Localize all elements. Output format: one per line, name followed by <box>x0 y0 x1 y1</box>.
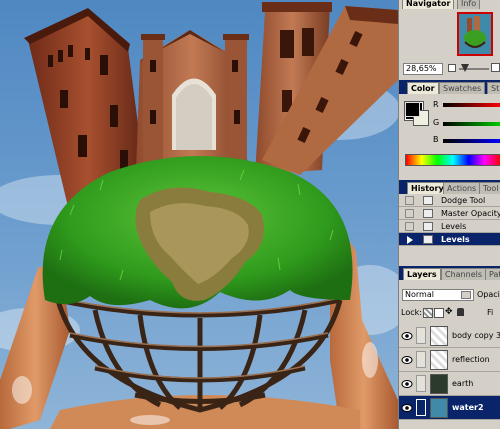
artwork <box>0 0 398 429</box>
eye-icon[interactable] <box>401 379 413 389</box>
channel-g-label: G <box>433 118 440 127</box>
history-state-label: Levels <box>441 235 470 244</box>
layer-row[interactable]: body copy 3 <box>399 324 500 348</box>
history-state[interactable]: Levels <box>399 220 500 233</box>
tab-tool-presets[interactable]: Tool P <box>479 182 500 194</box>
layer-row-selected[interactable]: water2 <box>399 396 500 420</box>
channel-b-label: B <box>433 135 439 144</box>
navigator-panel: Navigator Info 28,65% <box>399 0 500 78</box>
channel-r-label: R <box>433 100 439 109</box>
tab-layers[interactable]: Layers <box>403 268 441 280</box>
blend-mode-value: Normal <box>405 290 434 299</box>
layer-thumbnail <box>430 398 448 418</box>
brush-icon[interactable] <box>416 399 426 416</box>
layer-row[interactable]: reflection <box>399 348 500 372</box>
layer-name: water2 <box>452 403 484 412</box>
layer-name: earth <box>452 379 474 388</box>
layers-list: body copy 3 reflection earth water2 <box>399 324 500 429</box>
history-state-label: Dodge Tool <box>441 196 486 205</box>
layers-panel: Layers Channels Pat Normal Opacity Lock:… <box>399 266 500 429</box>
channel-r-slider[interactable] <box>443 103 500 107</box>
history-state-label: Levels <box>441 222 467 231</box>
adjustment-icon <box>423 222 433 231</box>
lock-transparency-icon[interactable] <box>423 308 433 318</box>
layer-name: reflection <box>452 355 490 364</box>
color-panel: Color Swatches St R G B <box>399 80 500 175</box>
navigator-thumbnail[interactable] <box>457 12 493 56</box>
eye-icon[interactable] <box>401 331 413 341</box>
zoom-slider-thumb[interactable] <box>461 64 469 72</box>
lock-all-icon[interactable] <box>457 308 464 316</box>
tab-navigator[interactable]: Navigator <box>402 0 455 9</box>
layer-name: body copy 3 <box>452 331 500 340</box>
channel-g-slider[interactable] <box>443 122 500 126</box>
zoom-out-icon[interactable] <box>448 64 456 72</box>
zoom-in-icon[interactable] <box>491 63 500 72</box>
tab-swatches[interactable]: Swatches <box>439 82 486 94</box>
lock-label: Lock: <box>401 308 422 317</box>
color-spectrum-bar[interactable] <box>405 154 500 166</box>
dodge-tool-icon <box>423 196 433 205</box>
tab-styles[interactable]: St <box>487 82 500 94</box>
layer-row[interactable]: earth <box>399 372 500 396</box>
history-source-checkbox[interactable] <box>405 222 414 231</box>
foreground-color-swatch-front[interactable] <box>405 102 420 117</box>
history-panel: History Actions Tool P Dodge Tool Master… <box>399 180 500 260</box>
layer-thumbnail <box>430 326 448 346</box>
zoom-field[interactable]: 28,65% <box>403 63 443 75</box>
tab-color[interactable]: Color <box>407 82 439 94</box>
tab-actions[interactable]: Actions <box>443 182 481 194</box>
history-state-label: Master Opacity C <box>441 209 500 218</box>
adjustment-icon <box>423 235 433 244</box>
layer-link-toggle[interactable] <box>416 327 426 344</box>
document-canvas[interactable] <box>0 0 398 429</box>
lock-position-icon[interactable]: ✥ <box>445 307 453 317</box>
adjustment-icon <box>423 209 433 218</box>
layer-thumbnail <box>430 374 448 394</box>
chevron-down-icon[interactable] <box>461 291 471 299</box>
fill-label: Fi <box>487 308 494 317</box>
eye-icon[interactable] <box>401 403 413 413</box>
palette-column: Navigator Info 28,65% Color Swatches St … <box>398 0 500 429</box>
layer-link-toggle[interactable] <box>416 375 426 392</box>
tab-info[interactable]: Info <box>457 0 481 9</box>
tab-paths[interactable]: Pat <box>485 268 500 280</box>
tab-history[interactable]: History <box>407 182 448 194</box>
history-state-selected[interactable]: Levels <box>399 233 500 246</box>
tab-channels[interactable]: Channels <box>441 268 487 280</box>
lock-image-icon[interactable] <box>434 308 444 318</box>
layer-thumbnail <box>430 350 448 370</box>
eye-icon[interactable] <box>401 355 413 365</box>
history-source-checkbox[interactable] <box>405 196 414 205</box>
history-state[interactable]: Master Opacity C <box>399 207 500 220</box>
history-source-checkbox[interactable] <box>405 209 414 218</box>
channel-b-slider[interactable] <box>443 139 500 143</box>
layer-link-toggle[interactable] <box>416 351 426 368</box>
opacity-label: Opacity <box>477 290 500 299</box>
history-state[interactable]: Dodge Tool <box>399 194 500 207</box>
navigator-preview-image <box>459 14 491 54</box>
history-current-marker-icon <box>407 236 413 244</box>
